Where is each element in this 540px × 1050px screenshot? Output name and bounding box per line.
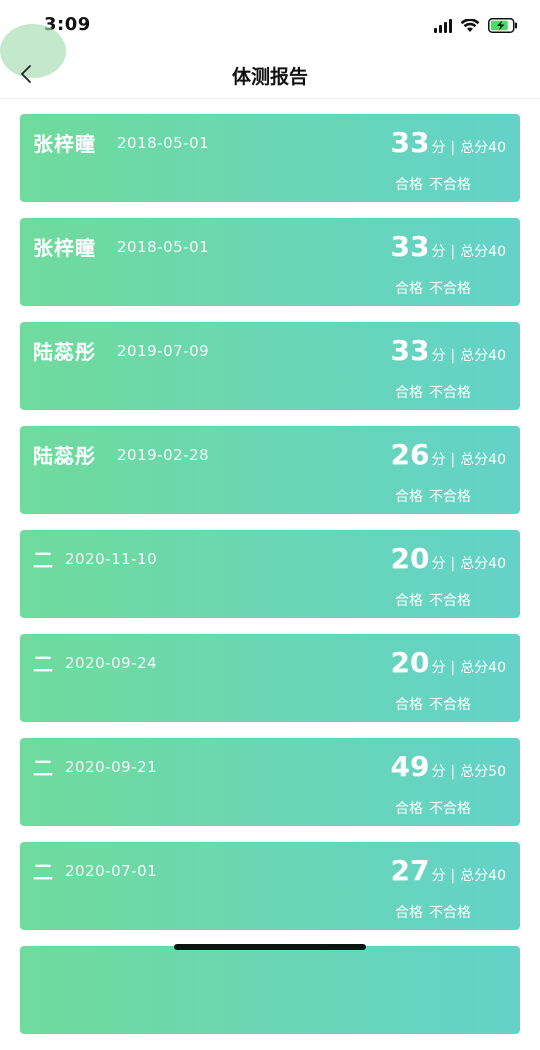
report-card[interactable]: 张梓瞳 2018-05-01 33 分 | 总分40 合格 不合格 (20, 218, 520, 306)
test-date: 2019-07-09 (117, 342, 210, 360)
test-date: 2020-09-24 (65, 654, 158, 672)
home-indicator[interactable] (174, 944, 366, 950)
score-block: 27 分 | 总分40 (390, 854, 506, 887)
total-score: 总分40 (460, 244, 506, 260)
score-unit: 分 (431, 868, 446, 884)
score-value: 20 (390, 646, 430, 679)
report-card-partial[interactable] (20, 946, 520, 1034)
score-block: 20 分 | 总分40 (390, 646, 506, 679)
score-value: 49 (390, 750, 430, 783)
total-score: 总分40 (460, 556, 506, 572)
student-name: 二 (33, 756, 54, 780)
score-separator: | (450, 660, 456, 676)
student-name: 二 (33, 548, 54, 572)
nav-bar: 体测报告 (0, 50, 540, 99)
test-date: 2018-05-01 (117, 238, 210, 256)
result-labels: 合格 不合格 (395, 590, 471, 610)
score-block: 33 分 | 总分40 (390, 334, 506, 367)
score-separator: | (450, 556, 456, 572)
page-title: 体测报告 (231, 66, 308, 88)
wifi-icon (460, 18, 480, 33)
report-card[interactable]: 陆蕊彤 2019-02-28 26 分 | 总分40 合格 不合格 (20, 426, 520, 514)
student-name: 张梓瞳 (33, 132, 96, 156)
result-labels: 合格 不合格 (395, 486, 471, 506)
score-separator: | (450, 140, 456, 156)
score-unit: 分 (431, 452, 446, 468)
report-list: 张梓瞳 2018-05-01 33 分 | 总分40 合格 不合格 张梓瞳 201… (20, 114, 520, 1050)
score-unit: 分 (431, 764, 446, 780)
status-bar: 3:09 (0, 0, 540, 50)
report-card[interactable]: 张梓瞳 2018-05-01 33 分 | 总分40 合格 不合格 (20, 114, 520, 202)
score-separator: | (450, 868, 456, 884)
pass-label: 合格 (395, 385, 423, 401)
fail-label: 不合格 (429, 489, 471, 505)
fail-label: 不合格 (429, 801, 471, 817)
pass-label: 合格 (395, 697, 423, 713)
student-name: 陆蕊彤 (33, 444, 96, 468)
score-unit: 分 (431, 556, 446, 572)
score-block: 33 分 | 总分40 (390, 126, 506, 159)
score-separator: | (450, 764, 456, 780)
pass-label: 合格 (395, 593, 423, 609)
score-block: 26 分 | 总分40 (390, 438, 506, 471)
score-unit: 分 (431, 244, 446, 260)
score-value: 27 (390, 854, 430, 887)
report-card[interactable]: 陆蕊彤 2019-07-09 33 分 | 总分40 合格 不合格 (20, 322, 520, 410)
student-name: 张梓瞳 (33, 236, 96, 260)
report-card[interactable]: 二 2020-07-01 27 分 | 总分40 合格 不合格 (20, 842, 520, 930)
report-card[interactable]: 二 2020-09-24 20 分 | 总分40 合格 不合格 (20, 634, 520, 722)
pass-label: 合格 (395, 905, 423, 921)
test-date: 2020-09-21 (65, 758, 158, 776)
score-separator: | (450, 244, 456, 260)
result-labels: 合格 不合格 (395, 382, 471, 402)
report-card[interactable]: 二 2020-11-10 20 分 | 总分40 合格 不合格 (20, 530, 520, 618)
pass-label: 合格 (395, 489, 423, 505)
fail-label: 不合格 (429, 281, 471, 297)
score-value: 33 (390, 230, 430, 263)
score-value: 20 (390, 542, 430, 575)
score-unit: 分 (431, 140, 446, 156)
score-block: 20 分 | 总分40 (390, 542, 506, 575)
total-score: 总分40 (460, 348, 506, 364)
student-name: 陆蕊彤 (33, 340, 96, 364)
fail-label: 不合格 (429, 177, 471, 193)
fail-label: 不合格 (429, 593, 471, 609)
score-unit: 分 (431, 348, 446, 364)
student-name: 二 (33, 860, 54, 884)
test-date: 2020-11-10 (65, 550, 158, 568)
score-value: 26 (390, 438, 430, 471)
score-separator: | (450, 452, 456, 468)
total-score: 总分40 (460, 452, 506, 468)
score-value: 33 (390, 126, 430, 159)
pass-label: 合格 (395, 281, 423, 297)
total-score: 总分40 (460, 140, 506, 156)
total-score: 总分40 (460, 660, 506, 676)
result-labels: 合格 不合格 (395, 694, 471, 714)
result-labels: 合格 不合格 (395, 798, 471, 818)
signal-icon (434, 18, 452, 33)
fail-label: 不合格 (429, 385, 471, 401)
test-date: 2018-05-01 (117, 134, 210, 152)
battery-icon (488, 18, 518, 33)
result-labels: 合格 不合格 (395, 278, 471, 298)
fail-label: 不合格 (429, 905, 471, 921)
fail-label: 不合格 (429, 697, 471, 713)
score-unit: 分 (431, 660, 446, 676)
score-block: 49 分 | 总分50 (390, 750, 506, 783)
result-labels: 合格 不合格 (395, 174, 471, 194)
score-separator: | (450, 348, 456, 364)
total-score: 总分40 (460, 868, 506, 884)
score-value: 33 (390, 334, 430, 367)
test-date: 2019-02-28 (117, 446, 210, 464)
pass-label: 合格 (395, 801, 423, 817)
status-icons (434, 18, 518, 33)
student-name: 二 (33, 652, 54, 676)
total-score: 总分50 (460, 764, 506, 780)
pass-label: 合格 (395, 177, 423, 193)
report-card[interactable]: 二 2020-09-21 49 分 | 总分50 合格 不合格 (20, 738, 520, 826)
test-date: 2020-07-01 (65, 862, 158, 880)
score-block: 33 分 | 总分40 (390, 230, 506, 263)
result-labels: 合格 不合格 (395, 902, 471, 922)
